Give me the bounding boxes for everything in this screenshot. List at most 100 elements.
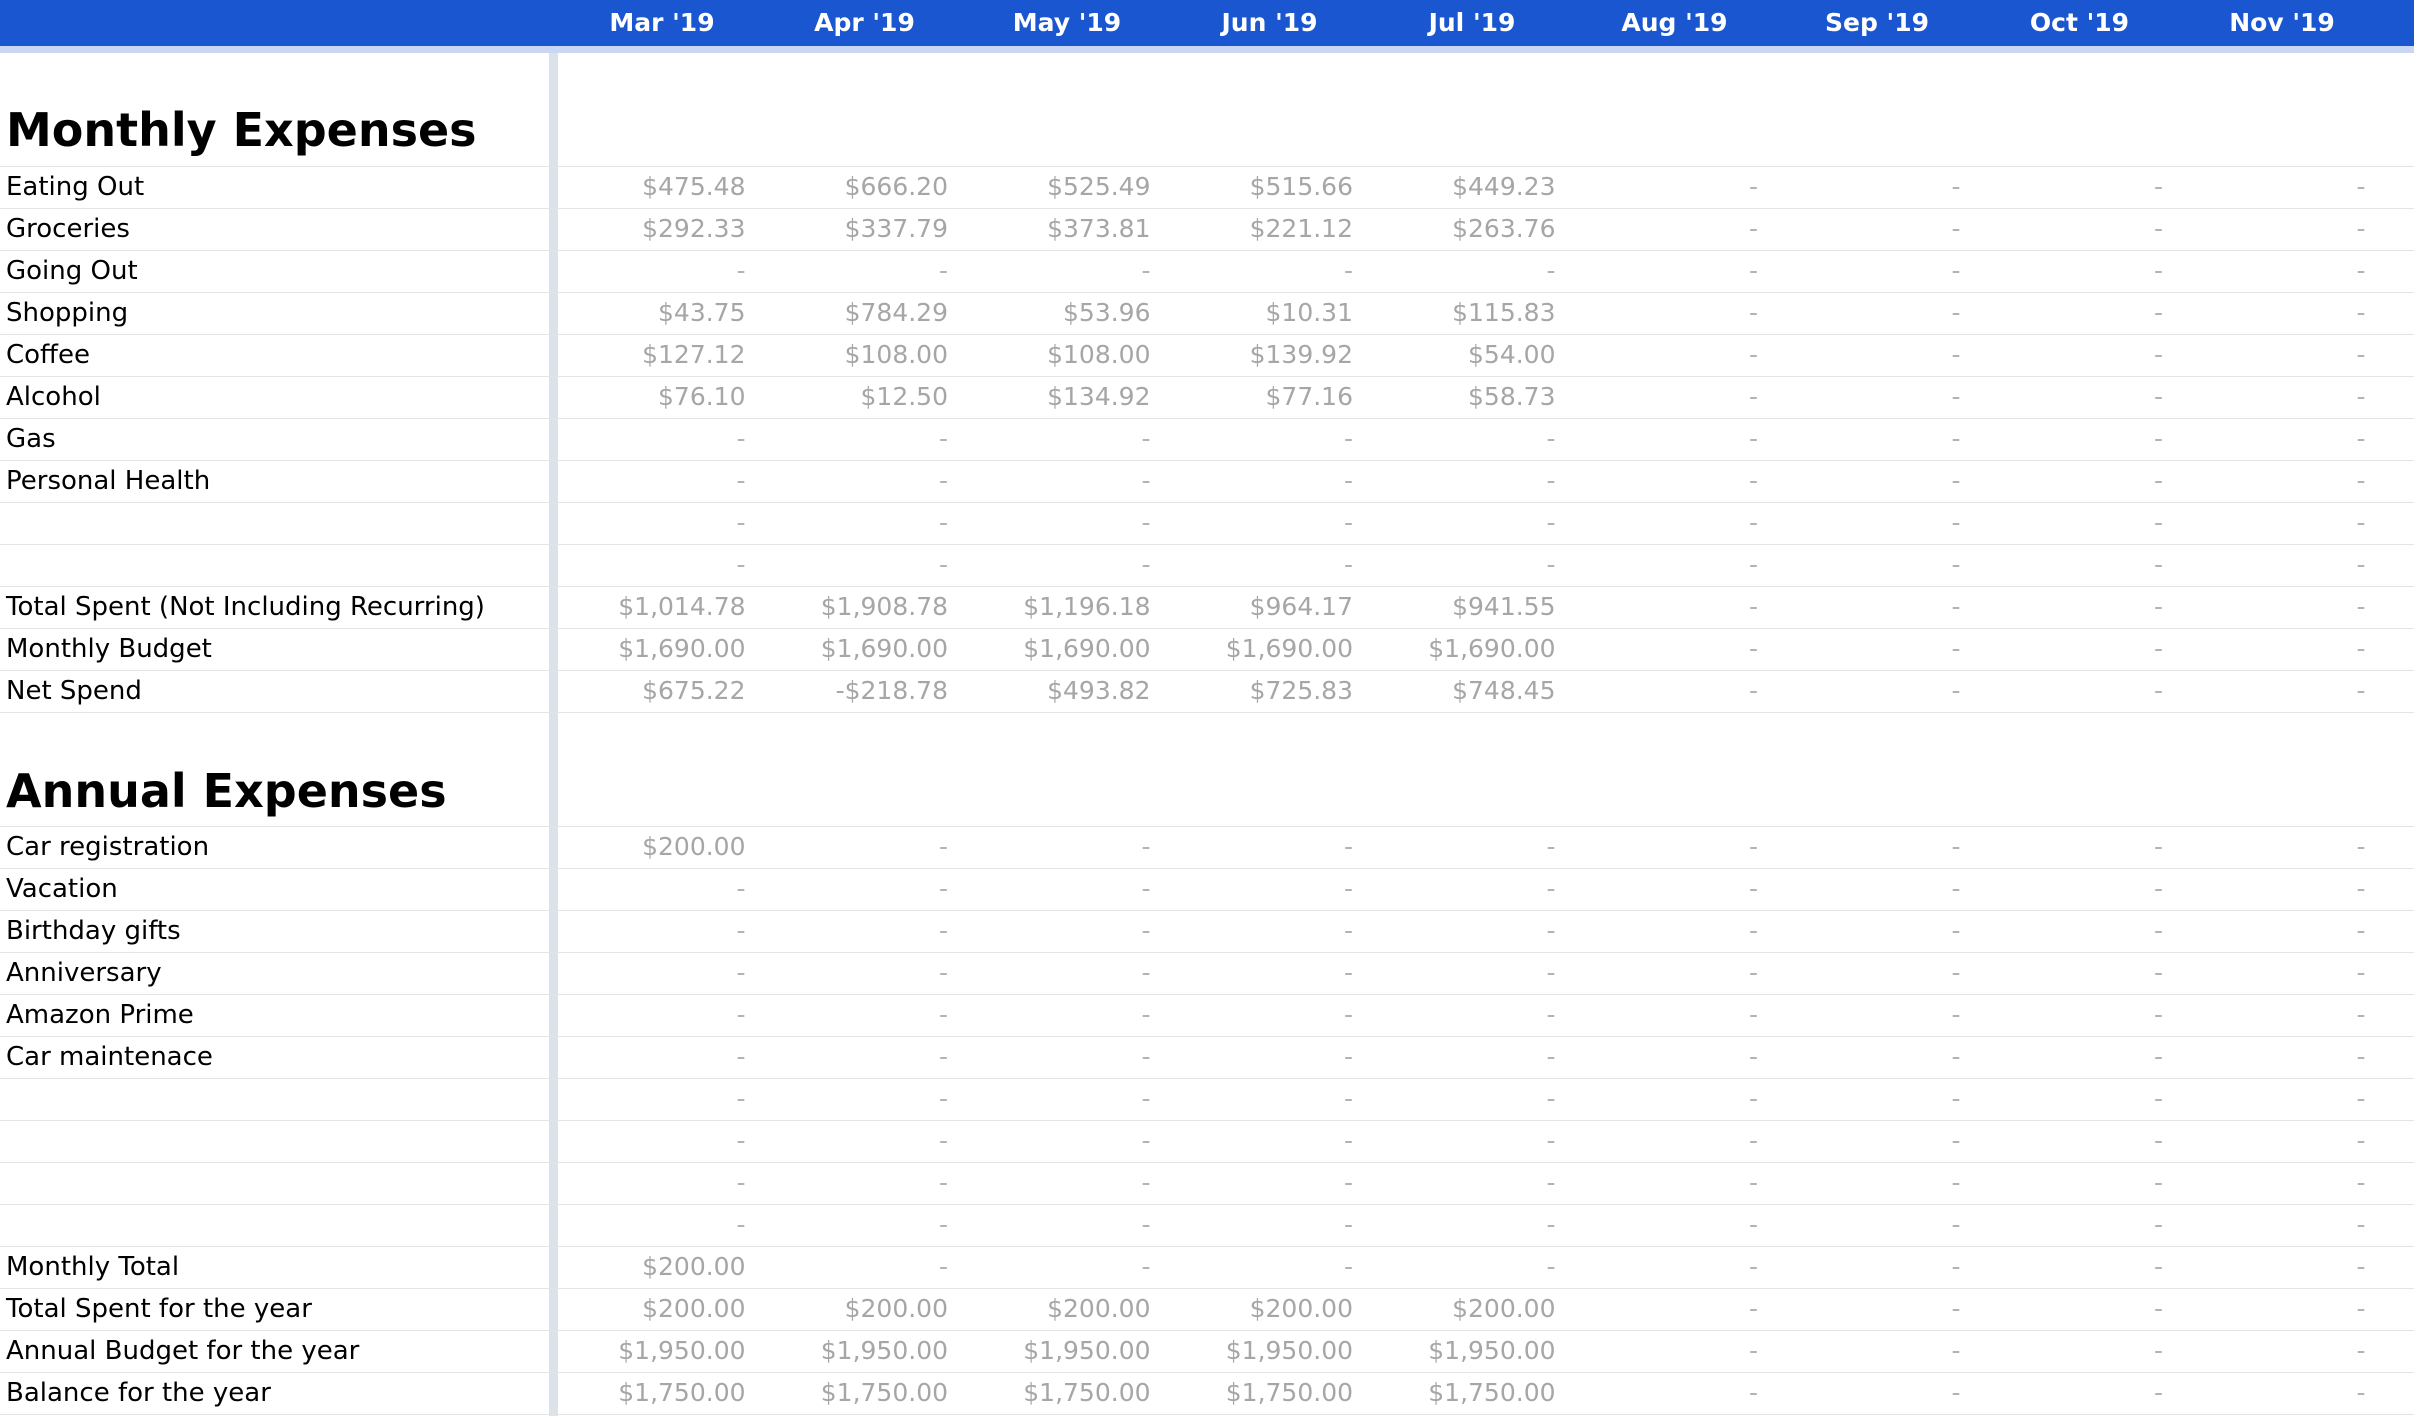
value-cell[interactable]: $449.23 [1366, 166, 1555, 208]
value-cell[interactable]: - [2176, 868, 2365, 910]
value-cell[interactable]: - [1163, 952, 1353, 994]
column-header-mar-19[interactable]: Mar '19 [561, 0, 763, 46]
column-header-oct-19[interactable]: Oct '19 [1979, 0, 2181, 46]
value-cell[interactable]: - [2176, 826, 2365, 868]
value-cell[interactable]: - [1366, 826, 1555, 868]
value-cell[interactable]: - [1163, 1204, 1353, 1246]
value-cell[interactable]: - [1568, 628, 1758, 670]
value-cell[interactable]: $200.00 [556, 1288, 745, 1330]
value-cell[interactable]: - [2176, 1162, 2365, 1204]
value-cell[interactable]: - [1568, 250, 1758, 292]
value-cell[interactable]: - [758, 1204, 948, 1246]
column-header-nov-19[interactable]: Nov '19 [2181, 0, 2383, 46]
value-cell[interactable]: $1,690.00 [556, 628, 745, 670]
value-cell[interactable]: - [2176, 952, 2365, 994]
value-cell[interactable]: - [961, 1036, 1150, 1078]
value-cell[interactable]: - [1366, 1036, 1555, 1078]
row-label-alcohol[interactable]: Alcohol [6, 376, 101, 418]
column-header-jul-19[interactable]: Jul '19 [1371, 0, 1573, 46]
value-cell[interactable]: $221.12 [1163, 208, 1353, 250]
value-cell[interactable]: $200.00 [556, 1246, 745, 1288]
value-cell[interactable]: $200.00 [758, 1288, 948, 1330]
value-cell[interactable]: - [2176, 250, 2365, 292]
value-cell[interactable]: - [1568, 292, 1758, 334]
value-cell[interactable]: - [2176, 460, 2365, 502]
value-cell[interactable]: - [758, 952, 948, 994]
value-cell[interactable]: - [556, 418, 745, 460]
value-cell[interactable]: $292.33 [556, 208, 745, 250]
value-cell[interactable]: - [1366, 544, 1555, 586]
value-cell[interactable]: $1,196.18 [961, 586, 1150, 628]
value-cell[interactable]: - [1163, 910, 1353, 952]
value-cell[interactable]: - [1771, 994, 1960, 1036]
value-cell[interactable]: $115.83 [1366, 292, 1555, 334]
row-label-car-maintenace[interactable]: Car maintenace [6, 1036, 213, 1078]
value-cell[interactable]: -$218.78 [758, 670, 948, 712]
value-cell[interactable]: - [961, 1162, 1150, 1204]
value-cell[interactable]: - [1771, 1330, 1960, 1372]
value-cell[interactable]: - [1973, 1372, 2163, 1414]
value-cell[interactable]: - [556, 910, 745, 952]
value-cell[interactable]: - [1771, 292, 1960, 334]
value-cell[interactable]: - [1771, 670, 1960, 712]
value-cell[interactable]: - [1771, 376, 1960, 418]
value-cell[interactable]: - [1973, 952, 2163, 994]
row-label-personal-health[interactable]: Personal Health [6, 460, 210, 502]
value-cell[interactable]: $1,750.00 [1366, 1372, 1555, 1414]
value-cell[interactable]: - [1973, 208, 2163, 250]
value-cell[interactable]: - [758, 868, 948, 910]
value-cell[interactable]: - [961, 994, 1150, 1036]
value-cell[interactable]: $1,950.00 [961, 1330, 1150, 1372]
value-cell[interactable]: - [2176, 1372, 2365, 1414]
value-cell[interactable]: - [1973, 166, 2163, 208]
column-header-may-19[interactable]: May '19 [966, 0, 1168, 46]
row-label-amazon-prime[interactable]: Amazon Prime [6, 994, 194, 1036]
value-cell[interactable]: - [556, 868, 745, 910]
value-cell[interactable]: - [1163, 1120, 1353, 1162]
value-cell[interactable]: $1,690.00 [961, 628, 1150, 670]
value-cell[interactable]: - [1366, 910, 1555, 952]
value-cell[interactable]: - [2176, 994, 2365, 1036]
value-cell[interactable]: - [961, 250, 1150, 292]
value-cell[interactable]: - [1973, 826, 2163, 868]
value-cell[interactable]: - [758, 418, 948, 460]
value-cell[interactable]: - [1568, 1162, 1758, 1204]
value-cell[interactable]: - [1163, 544, 1353, 586]
value-cell[interactable]: - [1973, 1078, 2163, 1120]
value-cell[interactable]: - [1973, 1288, 2163, 1330]
value-cell[interactable]: - [1163, 1162, 1353, 1204]
value-cell[interactable]: - [1366, 1162, 1555, 1204]
value-cell[interactable]: - [1568, 1288, 1758, 1330]
value-cell[interactable]: $108.00 [961, 334, 1150, 376]
value-cell[interactable]: - [556, 1036, 745, 1078]
value-cell[interactable]: - [2176, 910, 2365, 952]
value-cell[interactable]: - [961, 1246, 1150, 1288]
value-cell[interactable]: $54.00 [1366, 334, 1555, 376]
column-header-apr-19[interactable]: Apr '19 [764, 0, 966, 46]
value-cell[interactable]: - [1771, 1078, 1960, 1120]
value-cell[interactable]: - [2176, 502, 2365, 544]
row-label-annual-budget-for-the-year[interactable]: Annual Budget for the year [6, 1330, 359, 1372]
value-cell[interactable]: - [758, 460, 948, 502]
value-cell[interactable]: - [1771, 1372, 1960, 1414]
value-cell[interactable]: - [1568, 1372, 1758, 1414]
value-cell[interactable]: $1,950.00 [556, 1330, 745, 1372]
row-label-going-out[interactable]: Going Out [6, 250, 138, 292]
value-cell[interactable]: - [961, 1078, 1150, 1120]
row-label-total-spent-not-including-recurring[interactable]: Total Spent (Not Including Recurring) [6, 586, 485, 628]
row-label-groceries[interactable]: Groceries [6, 208, 130, 250]
value-cell[interactable]: - [1973, 292, 2163, 334]
value-cell[interactable]: - [1366, 418, 1555, 460]
value-cell[interactable]: - [1973, 1330, 2163, 1372]
value-cell[interactable]: - [1568, 586, 1758, 628]
value-cell[interactable]: - [556, 544, 745, 586]
value-cell[interactable]: - [1568, 910, 1758, 952]
value-cell[interactable]: - [2176, 334, 2365, 376]
value-cell[interactable]: $725.83 [1163, 670, 1353, 712]
value-cell[interactable]: - [1771, 1120, 1960, 1162]
value-cell[interactable]: - [1163, 1078, 1353, 1120]
value-cell[interactable]: - [758, 994, 948, 1036]
value-cell[interactable]: - [2176, 376, 2365, 418]
value-cell[interactable]: $127.12 [556, 334, 745, 376]
value-cell[interactable]: - [758, 910, 948, 952]
